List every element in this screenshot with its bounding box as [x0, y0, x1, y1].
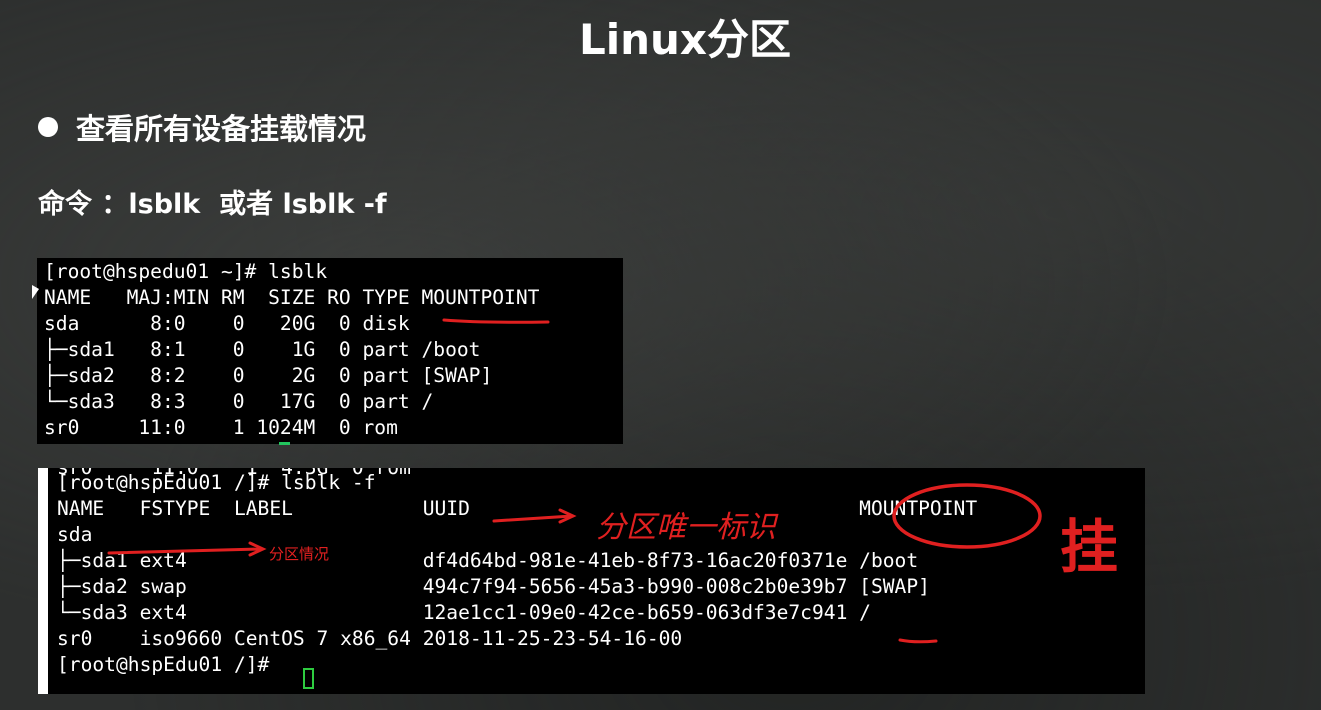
- uuid-note: 分区唯一标识: [596, 510, 779, 545]
- sda-arrow-mark: [107, 547, 264, 555]
- root-underline-mark: [898, 638, 938, 644]
- partition-note: 分区情况: [269, 545, 329, 563]
- underline-mountpoint-mark: [442, 318, 550, 324]
- mountpoint-circle-mark: [892, 483, 1042, 549]
- mount-note: 挂: [1060, 513, 1118, 581]
- annotation-layer: 分区唯一标识 挂 分区情况: [107, 318, 1118, 644]
